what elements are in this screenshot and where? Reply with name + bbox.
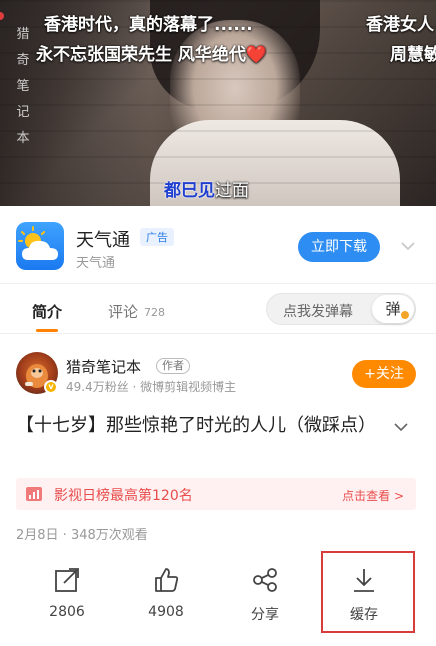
share-button[interactable]: 分享 — [230, 566, 300, 626]
danmu-input[interactable]: 点我发弹幕 弹 — [266, 293, 416, 325]
ranking-icon — [26, 487, 42, 501]
date-views: 2月8日 · 348万次观看 — [16, 528, 148, 543]
video-detail-page: 香港时代，真的落幕了...... 永不忘张国荣先生 风华绝代❤️ 香港女人 周慧… — [0, 0, 436, 646]
author-tag: 作者 — [156, 358, 190, 374]
tab-comments[interactable]: 评论 — [108, 301, 138, 322]
repost-button[interactable]: 2806 — [32, 566, 102, 626]
share-icon — [253, 568, 277, 592]
chevron-down-icon[interactable] — [398, 236, 418, 256]
download-button[interactable]: 立即下载 — [298, 232, 380, 262]
ad-badge: 广告 — [140, 228, 174, 246]
ranking-banner[interactable]: 影视日榜最高第120名 点击查看 > — [16, 478, 416, 510]
danmu-settings-icon — [400, 310, 410, 320]
author-name[interactable]: 猎奇笔记本 — [66, 356, 141, 377]
subtitle-caption: 都巳见过面 — [164, 181, 249, 201]
video-overlay-text: 香港时代，真的落幕了...... — [44, 15, 253, 35]
repost-icon — [55, 568, 79, 592]
ranking-text: 影视日榜最高第120名 — [54, 488, 193, 504]
content-tabs: 简介 评论 728 点我发弹幕 弹 — [0, 284, 436, 334]
thumbs-up-icon — [155, 568, 179, 592]
danmu-placeholder: 点我发弹幕 — [283, 304, 353, 320]
highlight-box — [321, 551, 415, 633]
verified-badge-icon: v — [44, 380, 58, 394]
comment-count: 728 — [144, 306, 165, 319]
tab-intro[interactable]: 简介 — [32, 301, 62, 322]
chevron-down-icon[interactable] — [392, 418, 410, 436]
watermark-label: 猎 奇 笔 记 本 — [16, 27, 30, 146]
like-button[interactable]: 4908 — [131, 566, 201, 626]
video-overlay-text: 周慧敏 — [390, 45, 436, 65]
author-meta: 49.4万粉丝 · 微博剪辑视频博主 — [66, 380, 237, 394]
action-bar: 2806 4908 分享 缓存 — [0, 550, 436, 646]
ranking-link[interactable]: 点击查看 > — [342, 487, 404, 504]
video-title: 【十七岁】那些惊艳了时光的人儿（微踩点） — [16, 415, 376, 436]
ad-banner[interactable]: 天气通 广告 天气通 立即下载 — [0, 206, 436, 284]
video-overlay-text: 香港女人 — [366, 15, 434, 35]
active-tab-indicator — [36, 329, 58, 332]
ad-title: 天气通 — [76, 230, 130, 251]
follow-button[interactable]: +关注 — [352, 360, 416, 388]
author-row: v 猎奇笔记本 作者 49.4万粉丝 · 微博剪辑视频博主 +关注 — [0, 334, 436, 400]
weather-app-icon — [16, 222, 64, 270]
video-player[interactable]: 香港时代，真的落幕了...... 永不忘张国荣先生 风华绝代❤️ 香港女人 周慧… — [0, 0, 436, 206]
video-overlay-text: 永不忘张国荣先生 风华绝代❤️ — [36, 45, 268, 65]
danmu-toggle[interactable]: 弹 — [372, 295, 414, 323]
ad-subtitle: 天气通 — [76, 256, 116, 271]
